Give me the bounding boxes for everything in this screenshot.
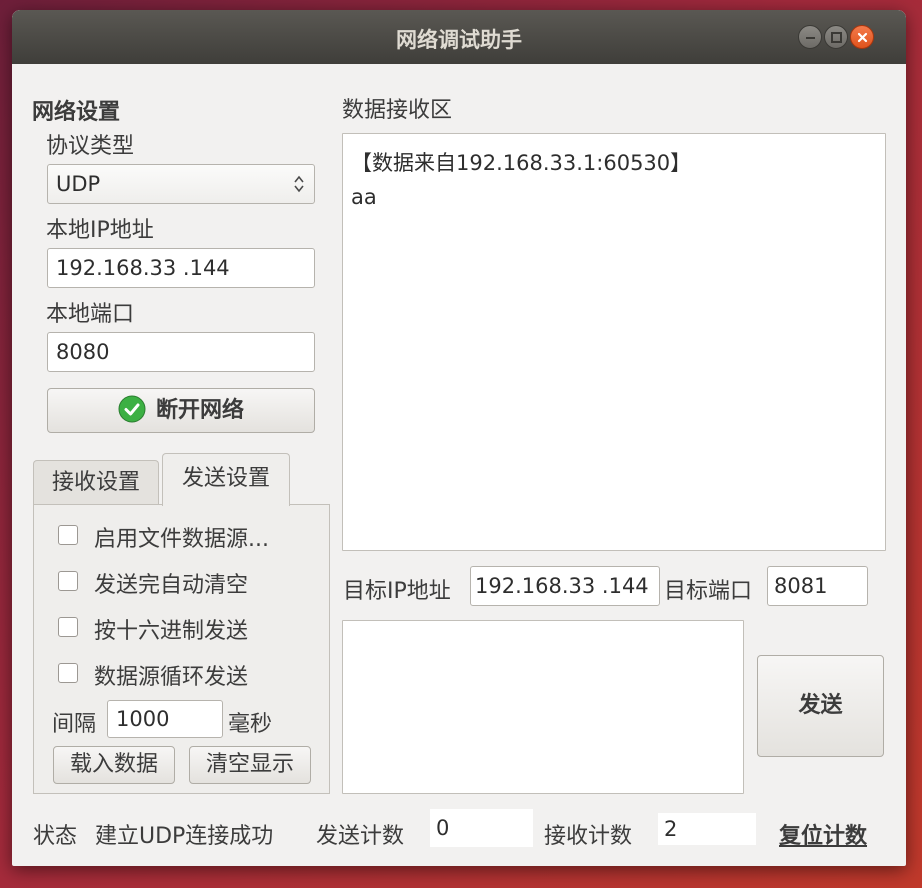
tab-receive-settings[interactable]: 接收设置 (33, 460, 159, 504)
load-data-button[interactable]: 载入数据 (53, 746, 175, 784)
status-message: 建立UDP连接成功 (95, 824, 274, 849)
local-port-input[interactable]: 8080 (47, 332, 315, 372)
protocol-select[interactable]: UDP (47, 164, 315, 204)
interval-label: 间隔 (52, 712, 97, 737)
close-icon[interactable] (850, 25, 874, 49)
loop-send-label: 数据源循环发送 (94, 665, 249, 690)
clear-display-button[interactable]: 清空显示 (189, 746, 311, 784)
local-port-label: 本地端口 (46, 302, 135, 327)
loop-send-checkbox[interactable] (58, 663, 78, 683)
local-ip-input[interactable]: 192.168.33 .144 (47, 248, 315, 288)
auto-clear-checkbox[interactable] (58, 571, 78, 591)
network-settings-title: 网络设置 (32, 100, 121, 125)
hex-send-label: 按十六进制发送 (94, 619, 249, 644)
target-port-label: 目标端口 (664, 579, 753, 604)
disconnect-button-label: 断开网络 (155, 398, 244, 423)
send-count-label: 发送计数 (316, 824, 405, 849)
file-source-label: 启用文件数据源... (94, 527, 269, 552)
minimize-icon[interactable] (798, 25, 822, 49)
send-count-value: 0 (430, 809, 533, 847)
disconnect-button[interactable]: 断开网络 (47, 388, 315, 433)
app-window: 网络调试助手 网络设置 协议类型 UDP 本地IP地址 192.168.33 .… (12, 10, 906, 866)
file-source-checkbox[interactable] (58, 525, 78, 545)
protocol-label: 协议类型 (46, 134, 135, 159)
target-ip-input[interactable]: 192.168.33 .144 (470, 566, 660, 606)
check-icon (118, 395, 146, 423)
target-ip-label: 目标IP地址 (343, 579, 451, 604)
reset-count-link[interactable]: 复位计数 (779, 818, 867, 850)
receive-area-title: 数据接收区 (342, 98, 453, 123)
auto-clear-label: 发送完自动清空 (94, 573, 249, 598)
recv-count-value: 2 (658, 813, 756, 845)
status-label: 状态 (33, 824, 78, 849)
protocol-value: UDP (56, 172, 101, 196)
receive-line: 【数据来自192.168.33.1:60530】 (351, 151, 692, 175)
receive-line: aa (351, 185, 377, 209)
recv-count-label: 接收计数 (544, 824, 633, 849)
interval-unit: 毫秒 (228, 712, 273, 737)
title-bar[interactable]: 网络调试助手 (12, 10, 906, 64)
local-ip-label: 本地IP地址 (46, 218, 154, 243)
send-textarea[interactable] (342, 620, 744, 794)
target-port-input[interactable]: 8081 (767, 566, 868, 606)
interval-input[interactable]: 1000 (107, 700, 223, 738)
spinner-arrows-icon (294, 175, 304, 193)
send-button[interactable]: 发送 (757, 655, 884, 757)
hex-send-checkbox[interactable] (58, 617, 78, 637)
window-title: 网络调试助手 (396, 28, 522, 52)
tab-send-settings[interactable]: 发送设置 (162, 453, 290, 506)
receive-textarea[interactable]: 【数据来自192.168.33.1:60530】 aa (342, 133, 886, 551)
maximize-icon[interactable] (824, 25, 848, 49)
